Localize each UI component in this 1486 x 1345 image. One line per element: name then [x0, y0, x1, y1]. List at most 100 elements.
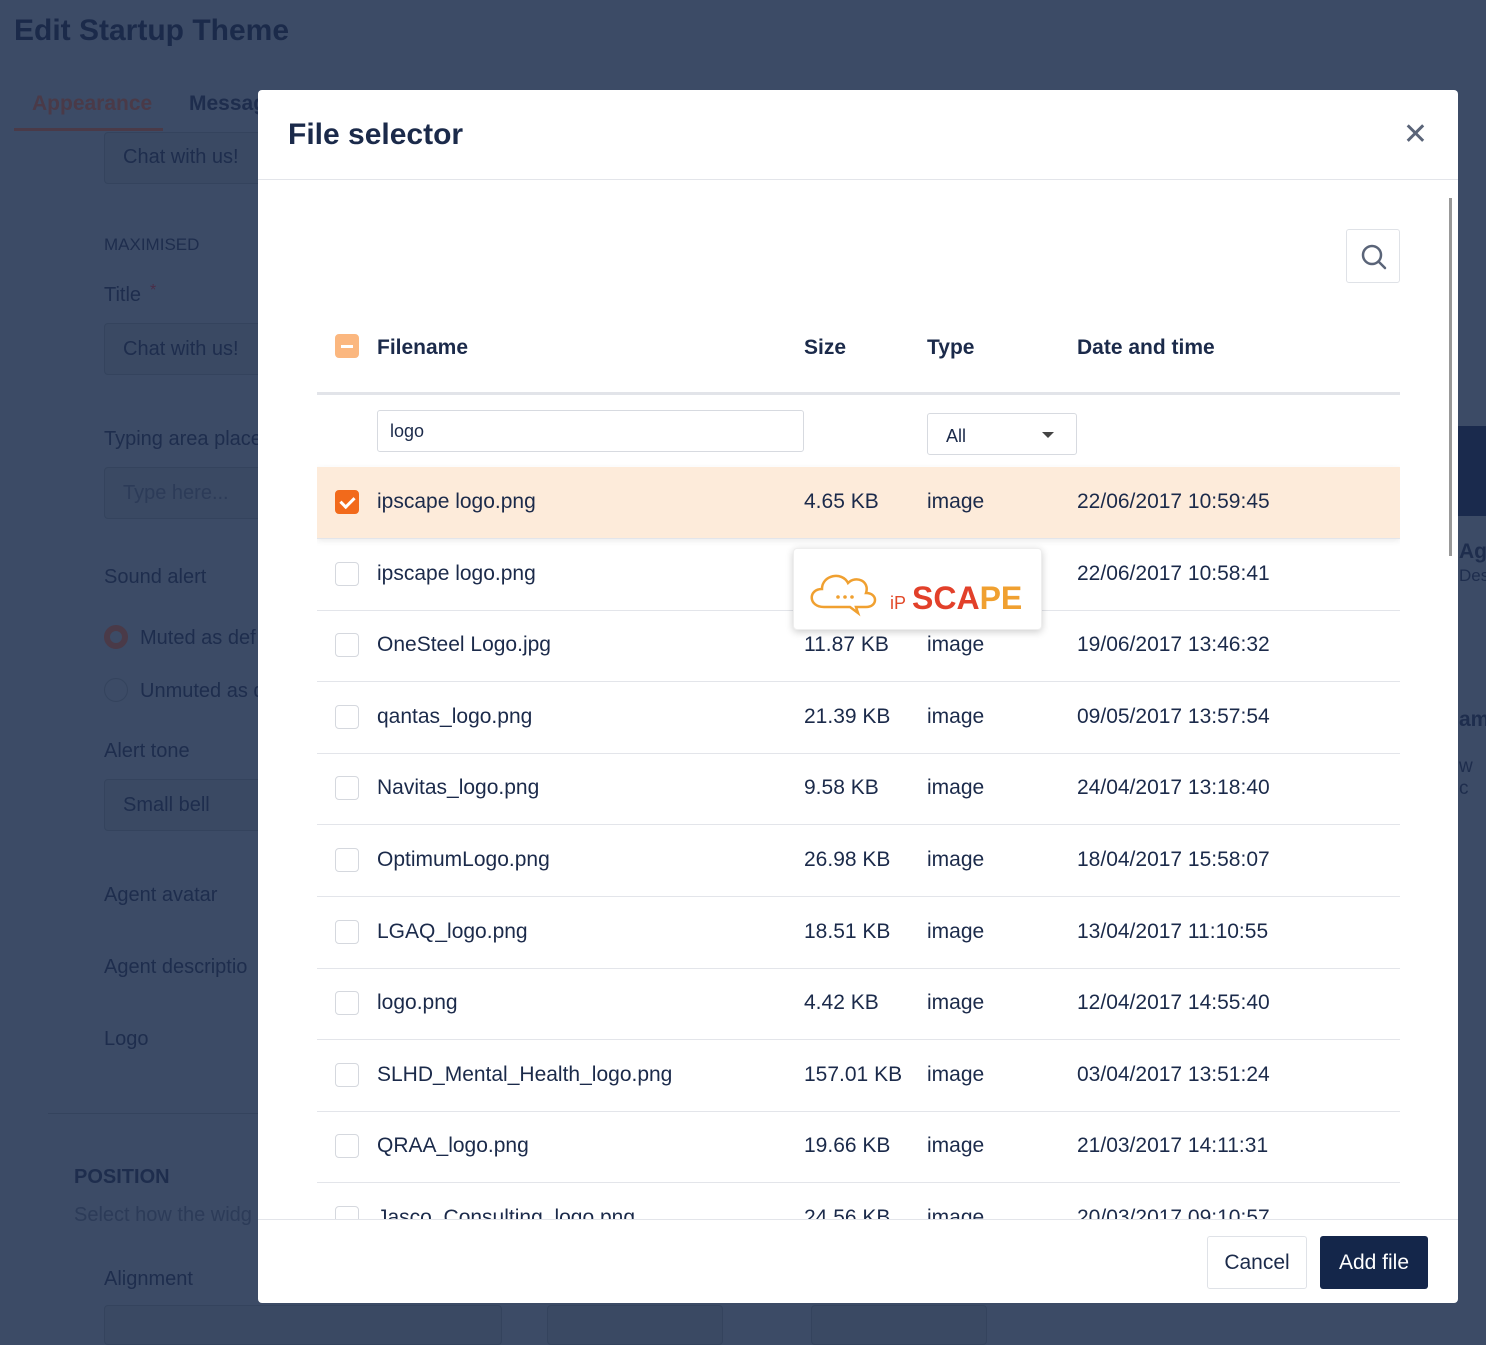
- agent-description-label: Agent descriptio: [104, 956, 248, 978]
- row-checkbox[interactable]: [335, 1062, 359, 1087]
- table-row[interactable]: Jasco_Consulting_logo.png 24.56 KB image…: [317, 1183, 1400, 1219]
- table-row[interactable]: LGAQ_logo.png 18.51 KB image 13/04/2017 …: [317, 897, 1400, 969]
- type-filter-select[interactable]: All: [927, 413, 1077, 455]
- file-name: ipscape logo.png: [377, 561, 536, 585]
- file-date: 22/06/2017 10:59:45: [1077, 490, 1270, 513]
- file-date: 09/05/2017 13:57:54: [1077, 704, 1270, 728]
- file-type: image: [927, 776, 985, 800]
- image-preview-tooltip: iP SCAPE: [793, 548, 1042, 630]
- typing-input[interactable]: Type here...: [123, 482, 229, 505]
- minimised-title-value: Chat with us!: [123, 146, 239, 168]
- search-button[interactable]: [1346, 229, 1400, 283]
- file-type: image: [927, 1134, 985, 1158]
- tab-appearance[interactable]: Appearance: [32, 92, 152, 116]
- table-row[interactable]: logo.png 4.42 KB image 12/04/2017 14:55:…: [317, 968, 1400, 1041]
- column-date[interactable]: Date and time: [1077, 336, 1215, 360]
- row-checkbox[interactable]: [335, 991, 359, 1016]
- page-title: Edit Startup Theme: [14, 14, 290, 47]
- table-row[interactable]: qantas_logo.png 21.39 KB image 09/05/201…: [317, 682, 1400, 754]
- filename-filter-input[interactable]: logo: [377, 410, 804, 452]
- file-name: Jasco_Consulting_logo.png: [377, 1206, 636, 1219]
- position-description: Select how the widg: [74, 1204, 252, 1226]
- column-filename[interactable]: Filename: [377, 336, 468, 360]
- file-date: 03/04/2017 13:51:24: [1077, 1062, 1270, 1086]
- row-checkbox[interactable]: [335, 1206, 359, 1219]
- file-date: 13/04/2017 11:10:55: [1077, 919, 1269, 943]
- table-header: Filename Size Type Date and time: [317, 319, 1400, 395]
- close-icon[interactable]: ✕: [1403, 120, 1428, 150]
- file-name: ipscape logo.png: [377, 490, 536, 513]
- add-file-button[interactable]: Add file: [1320, 1236, 1428, 1289]
- svg-text:iP: iP: [890, 593, 906, 613]
- tab-messages[interactable]: Messag: [189, 92, 266, 116]
- file-name: OneSteel Logo.jpg: [377, 633, 551, 657]
- row-checkbox[interactable]: [335, 776, 359, 801]
- row-checkbox[interactable]: [335, 490, 359, 514]
- row-checkbox[interactable]: [335, 919, 359, 944]
- alignment-label: Alignment: [104, 1268, 193, 1290]
- scrollbar[interactable]: [1449, 198, 1452, 556]
- file-type: image: [927, 633, 985, 657]
- cancel-button[interactable]: Cancel: [1207, 1236, 1307, 1289]
- sound-label: Sound alert: [104, 566, 207, 588]
- title-input[interactable]: Chat with us!: [123, 338, 239, 361]
- file-size: 11.87 KB: [804, 633, 889, 657]
- unmuted-label: Unmuted as d: [140, 680, 265, 702]
- row-checkbox[interactable]: [335, 704, 359, 729]
- file-size: 9.58 KB: [804, 776, 879, 800]
- file-size: 21.39 KB: [804, 704, 891, 728]
- alert-tone-select[interactable]: Small bell: [123, 794, 210, 817]
- file-type: image: [927, 704, 985, 728]
- file-date: 20/03/2017 09:10:57: [1077, 1206, 1270, 1219]
- radio-unmuted[interactable]: [104, 678, 128, 702]
- table-row[interactable]: Navitas_logo.png 9.58 KB image 24/04/201…: [317, 753, 1400, 826]
- logo-label: Logo: [104, 1028, 149, 1050]
- typing-label: Typing area place: [104, 428, 262, 450]
- file-selector-modal: File selector ✕ Filename Size Type Date …: [258, 90, 1458, 1303]
- file-date: 18/04/2017 15:58:07: [1077, 848, 1270, 871]
- table-row[interactable]: SLHD_Mental_Health_logo.png 157.01 KB im…: [317, 1040, 1400, 1112]
- file-name: qantas_logo.png: [377, 704, 533, 728]
- file-date: 22/06/2017 10:58:41: [1077, 561, 1270, 585]
- file-size: 24.56 KB: [804, 1206, 891, 1219]
- column-size[interactable]: Size: [804, 336, 846, 360]
- row-checkbox[interactable]: [335, 561, 359, 586]
- right-panel-desc: Des: [1459, 566, 1486, 585]
- file-type: image: [927, 991, 985, 1015]
- modal-title: File selector: [288, 118, 464, 151]
- table-row[interactable]: ipscape logo.png 4.65 KB image 22/06/201…: [317, 467, 1400, 539]
- column-type[interactable]: Type: [927, 336, 974, 360]
- ipscape-logo: iP SCAPE: [810, 574, 1022, 617]
- row-checkbox[interactable]: [335, 633, 359, 658]
- file-type: image: [927, 1206, 985, 1219]
- row-checkbox[interactable]: [335, 1134, 359, 1159]
- active-tab-indicator: [14, 128, 163, 131]
- radio-muted[interactable]: [104, 625, 128, 649]
- file-size: 4.65 KB: [804, 490, 879, 513]
- file-size: 26.98 KB: [804, 848, 891, 871]
- file-size: 19.66 KB: [804, 1134, 891, 1158]
- file-date: 21/03/2017 14:11:31: [1077, 1134, 1269, 1158]
- file-date: 24/04/2017 13:18:40: [1077, 776, 1270, 800]
- table-row[interactable]: OptimumLogo.png 26.98 KB image 18/04/201…: [317, 825, 1400, 897]
- file-name: logo.png: [377, 991, 458, 1015]
- file-name: OptimumLogo.png: [377, 848, 550, 871]
- title-label: Title: [104, 284, 142, 306]
- file-type: image: [927, 490, 985, 513]
- search-icon: [1361, 244, 1387, 270]
- select-all-checkbox[interactable]: [335, 334, 359, 358]
- right-panel-heading-2: am: [1459, 708, 1486, 731]
- file-size: 18.51 KB: [804, 919, 891, 943]
- file-date: 12/04/2017 14:55:40: [1077, 991, 1270, 1015]
- file-name: QRAA_logo.png: [377, 1134, 529, 1158]
- agent-avatar-label: Agent avatar: [104, 884, 218, 906]
- muted-label: Muted as def: [140, 627, 256, 649]
- file-name: LGAQ_logo.png: [377, 919, 528, 943]
- table-row[interactable]: QRAA_logo.png 19.66 KB image 21/03/2017 …: [317, 1111, 1400, 1184]
- modal-footer: Cancel Add file: [258, 1219, 1458, 1303]
- row-checkbox[interactable]: [335, 848, 359, 872]
- section-position: POSITION: [74, 1166, 170, 1188]
- right-panel-desc-2: w c: [1459, 756, 1473, 799]
- right-panel-heading: Ag: [1459, 540, 1486, 563]
- svg-text:SCAPE: SCAPE: [912, 580, 1022, 616]
